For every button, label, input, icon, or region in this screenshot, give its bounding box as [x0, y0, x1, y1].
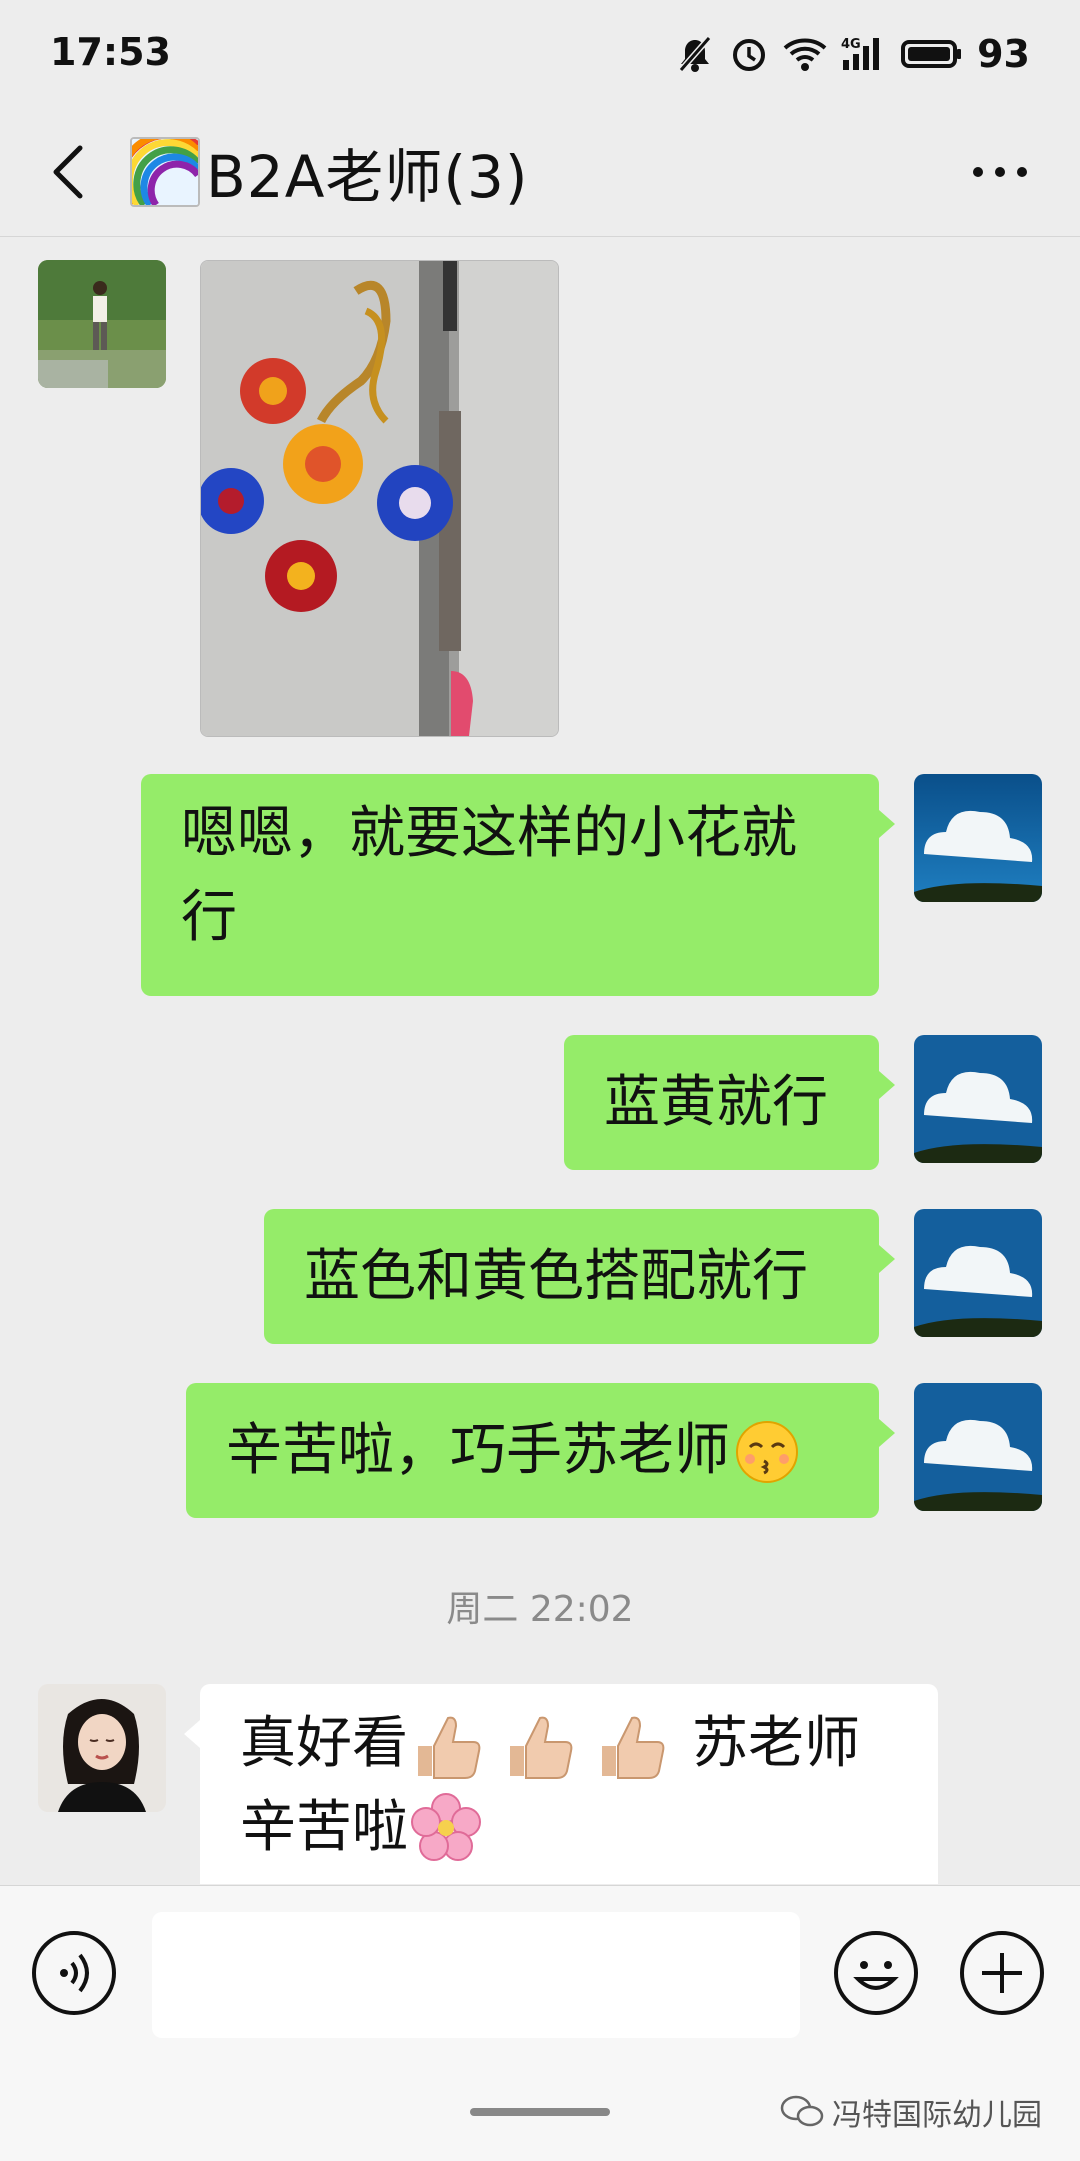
chat-image-crochet-flowers[interactable]	[200, 260, 559, 737]
status-bar: 17:53 4G 93	[0, 0, 1080, 108]
chat-header: B2A老师(3)	[0, 108, 1080, 237]
kissing-face-icon	[736, 1421, 798, 1483]
crochet-flowers-photo	[201, 261, 558, 736]
rainbow-icon	[130, 137, 200, 207]
smile-icon	[853, 1961, 899, 1990]
message-bubble-outgoing-1[interactable]: 嗯嗯，就要这样的小花就 行	[141, 774, 895, 996]
status-icons: 4G 93	[675, 30, 1030, 78]
status-time: 17:53	[50, 30, 171, 74]
page-title: B2A老师(3)	[206, 143, 529, 211]
timestamp: 周二 22:02	[446, 1589, 634, 1630]
cherry-blossom-icon	[411, 1793, 481, 1861]
message-text: 蓝黄就行	[604, 1070, 828, 1135]
signal-icon: 4G	[841, 37, 880, 70]
thumbs-up-icon	[510, 1716, 573, 1779]
alarm-icon	[733, 39, 766, 71]
wechat-icon	[780, 2095, 824, 2127]
avatar-person-portrait	[38, 1684, 166, 1812]
avatar-self-2[interactable]	[914, 1035, 1042, 1163]
message-text: 蓝色和黄色搭配就行	[304, 1244, 808, 1309]
voice-icon	[60, 1953, 89, 1993]
avatar-self-4[interactable]	[914, 1383, 1042, 1511]
avatar-sender-1[interactable]	[38, 260, 166, 388]
message-bubble-outgoing-4[interactable]: 辛苦啦，巧手苏老师	[186, 1383, 895, 1518]
message-bubble-incoming-1[interactable]: 真好看 苏老师 辛苦啦	[184, 1684, 938, 1884]
battery-percent: 93	[977, 32, 1030, 76]
message-text: 行	[181, 885, 237, 950]
home-indicator[interactable]	[470, 2108, 610, 2116]
battery-icon	[901, 40, 962, 68]
wifi-icon	[783, 38, 827, 71]
emoji-button[interactable]	[834, 1931, 918, 2015]
message-text: 嗯嗯，就要这样的小花就	[181, 801, 797, 866]
more-dots-icon	[973, 167, 1027, 177]
avatar-sender-2[interactable]	[38, 1684, 166, 1812]
message-bubble-outgoing-3[interactable]: 蓝色和黄色搭配就行	[264, 1209, 895, 1344]
avatar-self-3[interactable]	[914, 1209, 1042, 1337]
thumbs-up-icon	[602, 1716, 665, 1779]
thumbs-up-icon	[418, 1716, 481, 1779]
message-input[interactable]	[152, 1912, 800, 2038]
svg-text:4G: 4G	[841, 37, 861, 52]
avatar-self-1[interactable]	[914, 774, 1042, 902]
mute-bell-icon	[678, 36, 712, 72]
message-text: 真好看	[240, 1711, 408, 1776]
more-functions-button[interactable]	[960, 1931, 1044, 2015]
watermark: 冯特国际幼儿园	[780, 2090, 1042, 2134]
chat-title: B2A老师(3)	[130, 124, 529, 220]
avatar-person-garden	[38, 260, 166, 388]
avatar-sky-cloud	[914, 774, 1042, 902]
message-text: 辛苦啦，巧手苏老师	[226, 1418, 730, 1483]
plus-icon	[982, 1953, 1022, 1993]
voice-button[interactable]	[32, 1931, 116, 2015]
back-button[interactable]	[40, 134, 104, 210]
more-button[interactable]	[960, 134, 1040, 210]
watermark-text: 冯特国际幼儿园	[832, 2098, 1042, 2133]
message-text: 苏老师	[692, 1711, 860, 1776]
message-text: 辛苦啦	[240, 1795, 408, 1860]
message-bubble-outgoing-2[interactable]: 蓝黄就行	[564, 1035, 895, 1170]
chevron-left-icon	[53, 145, 83, 199]
